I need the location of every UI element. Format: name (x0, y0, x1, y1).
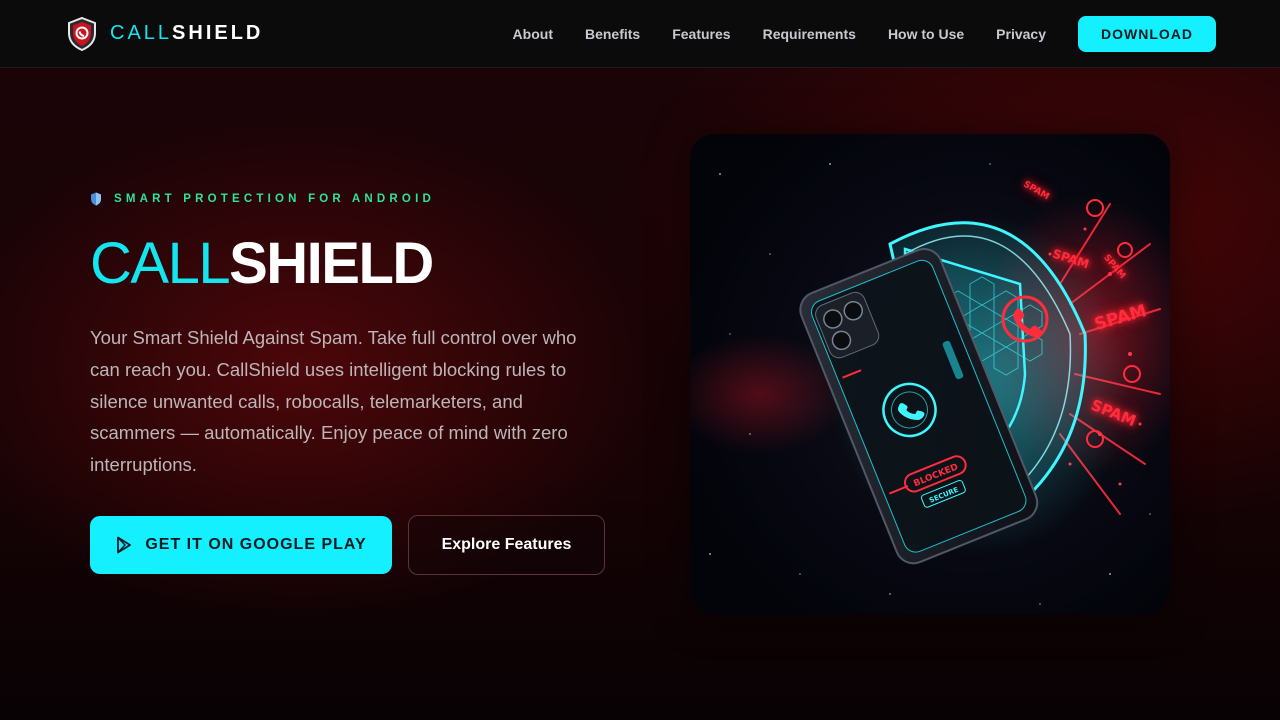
brand-name-part2: SHIELD (172, 22, 264, 44)
brand[interactable]: CALLSHIELD (64, 16, 263, 52)
download-button[interactable]: DOWNLOAD (1078, 15, 1216, 52)
explore-features-button[interactable]: Explore Features (408, 515, 605, 575)
shield-icon (91, 192, 101, 206)
hero-title-part2: SHIELD (229, 231, 434, 296)
hero-eyebrow: SMART PROTECTION FOR ANDROID (90, 192, 435, 206)
nav-link-how-to-use[interactable]: How to Use (888, 26, 964, 42)
phone-shield-illustration: BLOCKED SECURE (690, 163, 1170, 605)
brand-name-part1: CALL (110, 22, 173, 44)
shield-logo-icon (68, 16, 96, 51)
nav-link-about[interactable]: About (513, 26, 553, 42)
hero-title: CALLSHIELD (90, 228, 434, 300)
play-store-icon (117, 536, 132, 554)
hero-illustration: BLOCKED SECURE SPAM SPAM SPAM SPAM SPAM (690, 134, 1170, 614)
google-play-button[interactable]: GET IT ON GOOGLE PLAY (90, 516, 392, 574)
nav-link-privacy[interactable]: Privacy (996, 26, 1046, 42)
top-navbar: CALLSHIELD About Benefits Features Requi… (0, 0, 1280, 68)
nav-link-benefits[interactable]: Benefits (585, 26, 640, 42)
hero-description: Your Smart Shield Against Spam. Take ful… (90, 327, 577, 476)
nav-link-requirements[interactable]: Requirements (763, 26, 856, 42)
google-play-button-label: GET IT ON GOOGLE PLAY (145, 536, 367, 553)
brand-name: CALLSHIELD (110, 22, 263, 45)
nav-links: About Benefits Features Requirements How… (513, 26, 1046, 42)
hero-eyebrow-text: SMART PROTECTION FOR ANDROID (114, 193, 435, 205)
hero-title-part1: CALL (90, 231, 231, 296)
nav-link-features[interactable]: Features (672, 26, 730, 42)
